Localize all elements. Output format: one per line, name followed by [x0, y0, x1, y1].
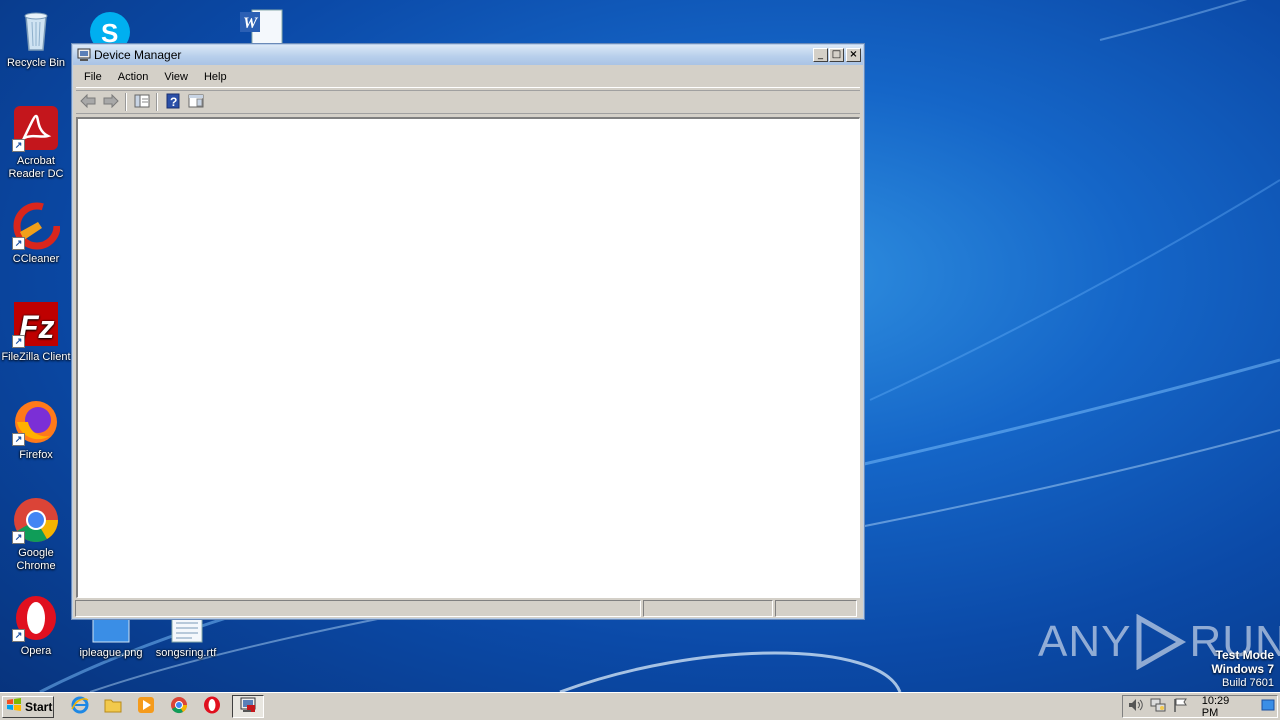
menu-help[interactable]: Help: [196, 71, 235, 83]
toolbar-separator: [156, 93, 158, 111]
word-document-icon[interactable]: W: [238, 8, 286, 45]
start-label: Start: [25, 699, 53, 714]
shortcut-arrow-icon: ↗: [12, 433, 25, 446]
quicklaunch-opera[interactable]: [200, 696, 224, 718]
menu-bar: File Action View Help: [76, 67, 860, 88]
internet-explorer-icon: [71, 696, 89, 717]
show-hide-tree-icon: [134, 94, 150, 111]
status-pane-2: [643, 600, 773, 617]
shortcut-arrow-icon: ↗: [12, 139, 25, 152]
filezilla-icon: Fz ↗: [12, 300, 60, 348]
menu-view[interactable]: View: [156, 71, 196, 83]
test-mode-line3: Build 7601: [1222, 677, 1274, 689]
quicklaunch-chrome[interactable]: [167, 696, 191, 718]
desktop-icon-label: Google Chrome: [16, 547, 56, 572]
ccleaner-icon: ↗: [12, 202, 61, 250]
desktop-icon-label: Firefox: [19, 449, 53, 461]
help-button[interactable]: ?: [162, 92, 184, 112]
desktop-icon-label: Opera: [20, 645, 52, 657]
status-pane-main: [75, 600, 641, 617]
title-bar[interactable]: Device Manager _ □ ×: [73, 45, 863, 65]
taskbar-device-manager[interactable]: [232, 695, 264, 718]
system-tray: 10:29 PM: [1122, 695, 1278, 719]
svg-text:S: S: [101, 18, 118, 44]
volume-button[interactable]: [1127, 698, 1145, 716]
recycle-bin-icon: [12, 6, 60, 54]
desktop-icon-label: Recycle Bin: [6, 57, 66, 69]
back-button[interactable]: [77, 92, 99, 112]
action-center-button[interactable]: [1172, 698, 1190, 716]
firefox-icon: ↗: [12, 398, 60, 446]
forward-button[interactable]: [100, 92, 122, 112]
status-pane-3: [775, 600, 857, 617]
flag-icon: [1173, 698, 1189, 715]
help-icon: ?: [166, 93, 180, 112]
opera-icon: ↗: [12, 594, 60, 642]
taskbar: Start 10:29 PM: [0, 692, 1280, 720]
status-bar: [75, 600, 861, 618]
chrome-icon: ↗: [12, 496, 60, 544]
menu-action[interactable]: Action: [110, 71, 157, 83]
test-mode-line2: Windows 7: [1211, 662, 1274, 676]
quicklaunch-explorer[interactable]: [101, 696, 125, 718]
start-button[interactable]: Start: [2, 695, 54, 718]
desktop-icon-songsring[interactable]: songsring.rtf: [150, 614, 222, 660]
desktop-icon-label: FileZilla Client: [1, 351, 71, 363]
desktop-icon-chrome[interactable]: ↗ Google Chrome: [0, 496, 72, 573]
desktop-icon-ipleague[interactable]: ipleague.png: [75, 614, 147, 660]
desktop-icon-recycle-bin[interactable]: Recycle Bin: [0, 6, 72, 70]
properties-button[interactable]: [185, 92, 207, 112]
network-icon: [1150, 698, 1166, 715]
device-manager-icon: [77, 48, 91, 62]
show-hide-tree-button[interactable]: [131, 92, 153, 112]
shortcut-arrow-icon: ↗: [12, 237, 25, 250]
desktop-icon-acrobat[interactable]: ↗ Acrobat Reader DC: [0, 104, 72, 181]
shortcut-arrow-icon: ↗: [12, 335, 25, 348]
network-button[interactable]: [1149, 698, 1167, 716]
windows-logo-icon: [6, 698, 22, 715]
quicklaunch-ie[interactable]: [68, 696, 92, 718]
quicklaunch-media-player[interactable]: [134, 696, 158, 718]
maximize-button[interactable]: □: [829, 48, 844, 62]
minimize-button[interactable]: _: [813, 48, 828, 62]
show-desktop-button[interactable]: [1259, 698, 1277, 716]
show-desktop-icon: [1261, 699, 1275, 714]
shortcut-arrow-icon: ↗: [12, 629, 25, 642]
shortcut-arrow-icon: ↗: [12, 531, 25, 544]
properties-icon: [188, 94, 204, 111]
clock[interactable]: 10:29 PM: [1202, 695, 1245, 719]
desktop-icon-label: ipleague.png: [79, 647, 143, 659]
desktop-icon-label: Acrobat Reader DC: [8, 155, 64, 180]
skype-icon[interactable]: S: [88, 8, 134, 52]
desktop-icon-filezilla[interactable]: Fz ↗ FileZilla Client: [0, 300, 72, 364]
device-manager-icon: [239, 696, 257, 717]
device-tree-pane[interactable]: [76, 117, 860, 598]
desktop-icon-label: CCleaner: [12, 253, 60, 265]
volume-icon: [1128, 698, 1144, 715]
test-mode-text: Test Mode Windows 7 Build 7601: [1211, 648, 1274, 690]
desktop-icon-ccleaner[interactable]: ↗ CCleaner: [0, 202, 72, 266]
device-manager-window[interactable]: Device Manager _ □ × File Action View He…: [71, 43, 865, 620]
window-title: Device Manager: [94, 48, 182, 62]
back-icon: [80, 93, 96, 111]
watermark-brand: ANY: [1038, 617, 1132, 666]
desktop-icon-label: songsring.rtf: [155, 647, 217, 659]
acrobat-icon: ↗: [12, 104, 60, 152]
play-logo-icon: [1133, 613, 1187, 671]
opera-icon: [203, 696, 221, 717]
desktop-icon-opera[interactable]: ↗ Opera: [0, 594, 72, 658]
desktop-icon-firefox[interactable]: ↗ Firefox: [0, 398, 72, 462]
forward-icon: [103, 93, 119, 111]
test-mode-line1: Test Mode: [1215, 648, 1274, 662]
toolbar: ?: [76, 90, 860, 114]
svg-text:W: W: [243, 15, 259, 32]
menu-file[interactable]: File: [76, 71, 110, 83]
chrome-icon: [170, 696, 188, 717]
folder-icon: [104, 697, 122, 716]
svg-text:?: ?: [170, 95, 177, 109]
toolbar-separator: [125, 93, 127, 111]
close-button[interactable]: ×: [846, 48, 861, 62]
media-player-icon: [137, 696, 155, 717]
